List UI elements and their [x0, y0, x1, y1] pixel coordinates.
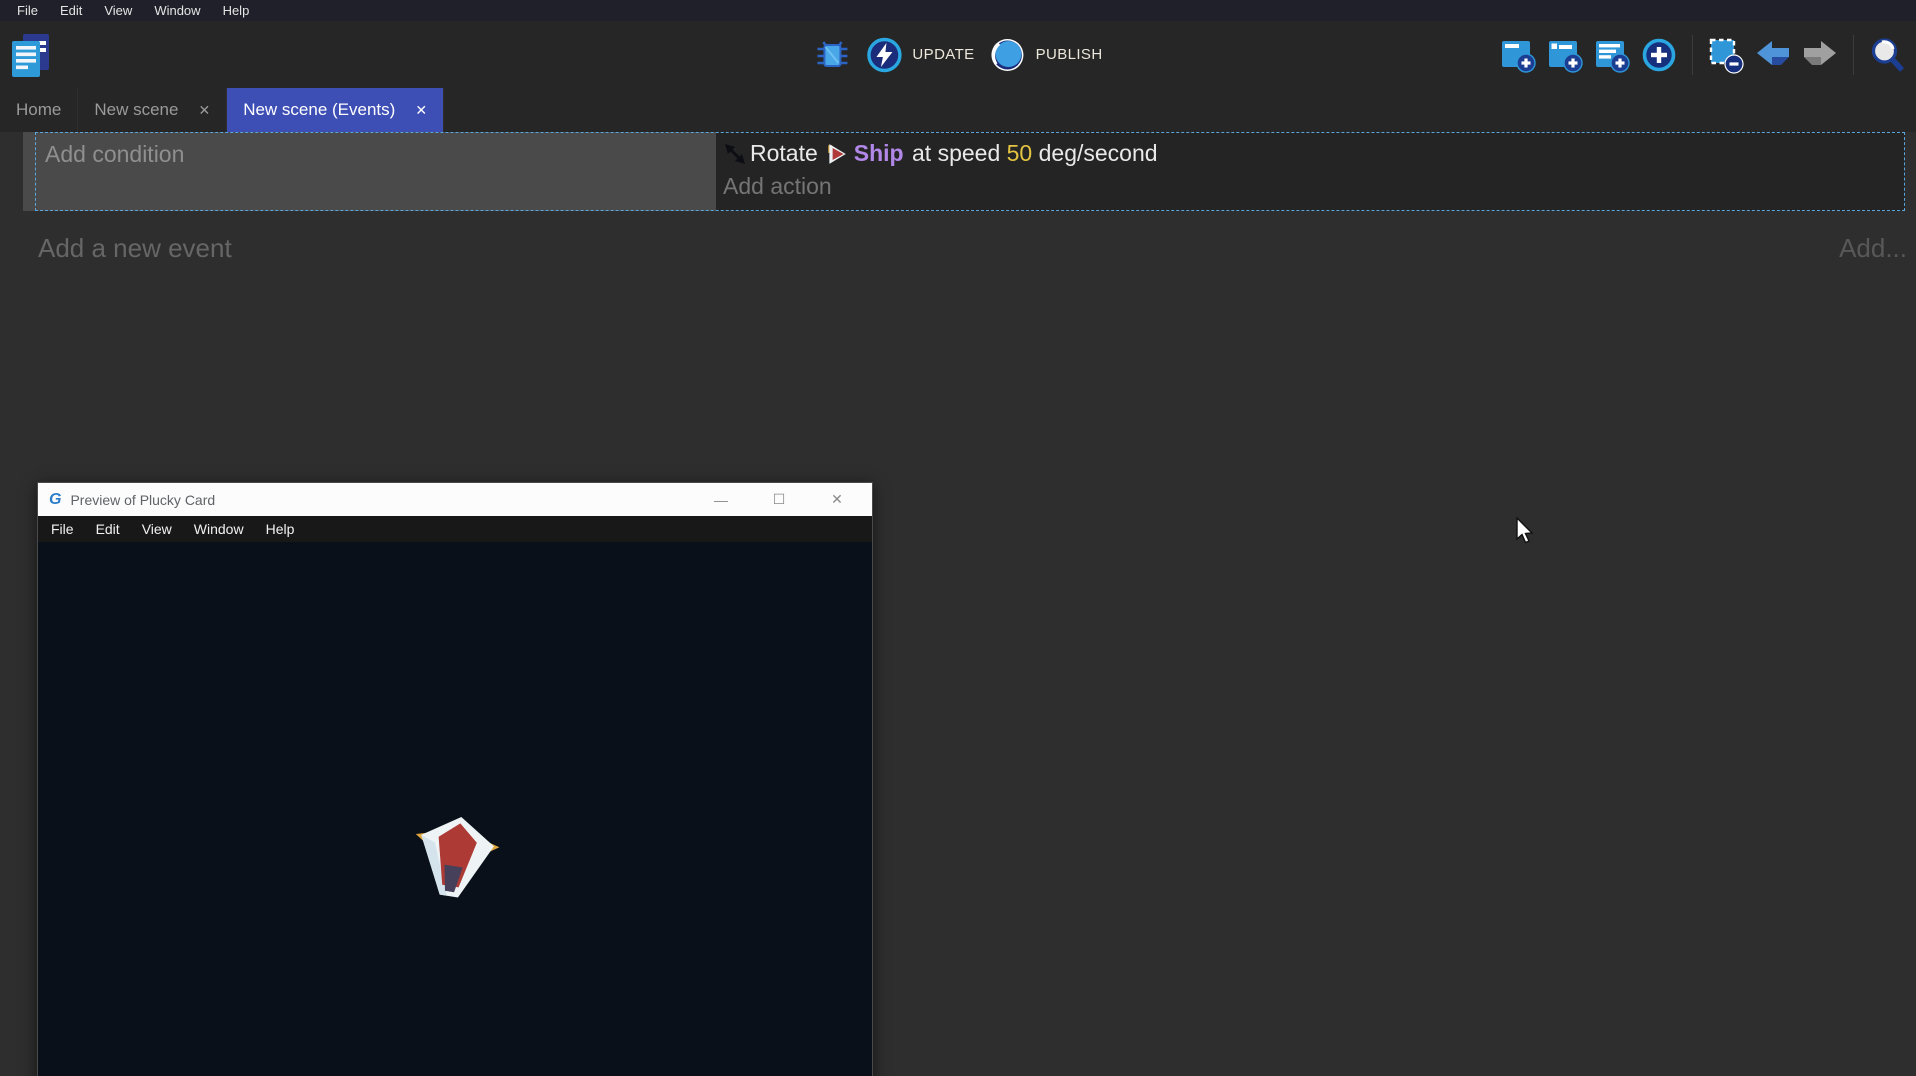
tab-home-label: Home	[16, 100, 61, 120]
add-new-event-link[interactable]: Add a new event	[38, 233, 232, 264]
add-comment-icon[interactable]	[1593, 36, 1631, 74]
publish-button[interactable]: PUBLISH	[989, 36, 1103, 74]
publish-icon	[989, 36, 1027, 74]
tab-home[interactable]: Home	[0, 88, 78, 132]
preview-menu-view[interactable]: View	[131, 519, 183, 539]
add-condition-cell[interactable]: Add condition	[23, 132, 716, 211]
events-sheet: Add condition Rotate Ship at speed 50	[0, 132, 1916, 1076]
menu-edit[interactable]: Edit	[49, 1, 93, 20]
preview-menu-file[interactable]: File	[40, 519, 85, 539]
maximize-button[interactable]: ☐	[750, 483, 808, 516]
add-subevent-icon[interactable]	[1546, 36, 1584, 74]
update-label: UPDATE	[912, 46, 974, 63]
app-menubar: File Edit View Window Help	[0, 0, 1916, 21]
menu-file[interactable]: File	[6, 1, 49, 20]
action-unit-text: deg/second	[1032, 140, 1157, 167]
menu-view[interactable]: View	[93, 1, 143, 20]
tab-new-scene-label: New scene	[94, 100, 178, 120]
action-object-name: Ship	[854, 140, 904, 167]
preview-window-title: Preview of Plucky Card	[70, 492, 215, 508]
menu-help[interactable]: Help	[212, 1, 261, 20]
tab-new-scene-events-label: New scene (Events)	[243, 100, 395, 120]
rotate-action[interactable]: Rotate Ship at speed 50 deg/second	[723, 135, 1905, 172]
tab-new-scene[interactable]: New scene ✕	[78, 88, 227, 132]
delete-selection-icon[interactable]	[1707, 36, 1745, 74]
ship-object-icon	[825, 142, 849, 166]
close-button[interactable]: ✕	[808, 483, 866, 516]
tab-bar: Home New scene ✕ New scene (Events) ✕	[0, 88, 1916, 132]
toolbar-separator	[1853, 35, 1854, 75]
game-canvas	[38, 542, 872, 1076]
rotate-icon	[723, 142, 747, 166]
debug-icon[interactable]	[813, 36, 851, 74]
event-row[interactable]: Add condition Rotate Ship at speed 50	[23, 132, 1905, 211]
action-verb: Rotate	[750, 140, 818, 167]
preview-titlebar[interactable]: G Preview of Plucky Card — ☐ ✕	[38, 483, 872, 516]
add-event-icon[interactable]	[1499, 36, 1537, 74]
close-icon[interactable]: ✕	[198, 103, 210, 117]
preview-menu-edit[interactable]: Edit	[85, 519, 131, 539]
minimize-button[interactable]: —	[692, 483, 750, 516]
ship-sprite	[402, 804, 507, 909]
project-manager-icon[interactable]	[8, 32, 52, 78]
gdevelop-icon: G	[49, 491, 61, 509]
redo-icon[interactable]	[1801, 36, 1839, 74]
preview-menubar: File Edit View Window Help	[38, 516, 872, 542]
add-circle-icon[interactable]	[1640, 36, 1678, 74]
preview-menu-window[interactable]: Window	[183, 519, 255, 539]
action-mid-text: at speed	[906, 140, 1007, 167]
add-condition-placeholder: Add condition	[45, 141, 184, 167]
add-event-button[interactable]: Add...	[1839, 233, 1907, 264]
update-icon	[865, 36, 903, 74]
add-action-placeholder[interactable]: Add action	[723, 173, 1905, 200]
update-button[interactable]: UPDATE	[865, 36, 974, 74]
close-icon[interactable]: ✕	[415, 103, 427, 117]
preview-window[interactable]: G Preview of Plucky Card — ☐ ✕ File Edit…	[37, 482, 873, 1076]
search-icon[interactable]	[1868, 36, 1906, 74]
preview-menu-help[interactable]: Help	[255, 519, 306, 539]
main-toolbar: UPDATE PUBLISH	[0, 21, 1916, 88]
tab-new-scene-events[interactable]: New scene (Events) ✕	[227, 88, 444, 132]
menu-window[interactable]: Window	[143, 1, 211, 20]
publish-label: PUBLISH	[1036, 46, 1103, 63]
toolbar-separator	[1692, 35, 1693, 75]
action-value: 50	[1007, 140, 1033, 167]
undo-icon[interactable]	[1754, 36, 1792, 74]
window-controls: — ☐ ✕	[692, 483, 866, 516]
actions-cell[interactable]: Rotate Ship at speed 50 deg/second Add a…	[716, 132, 1905, 211]
